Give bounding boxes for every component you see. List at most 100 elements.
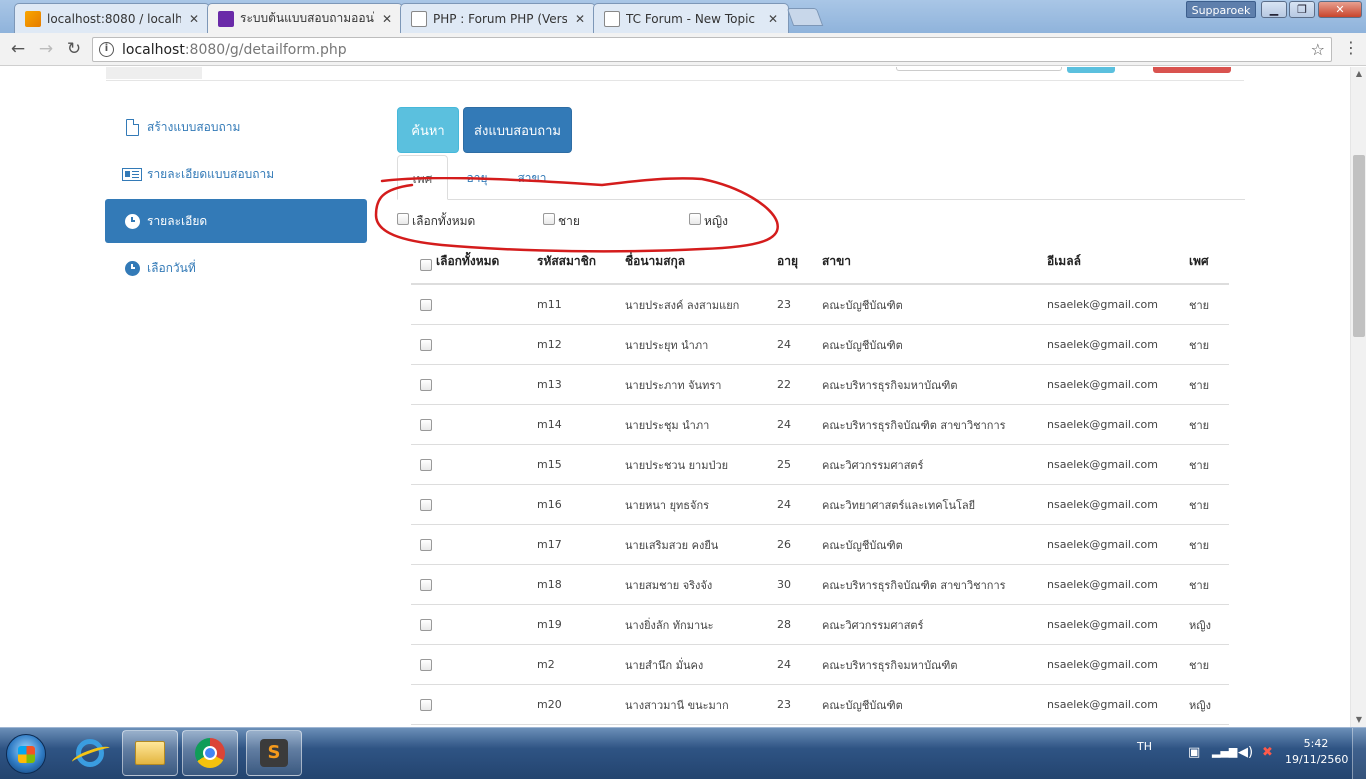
signal-icon[interactable]: ▂▄▆ [1212, 745, 1237, 759]
usb-icon[interactable]: ▣ [1188, 745, 1202, 760]
row-select-cell [420, 445, 432, 484]
internet-explorer-icon[interactable] [62, 730, 118, 776]
email-cell: nsaelek@gmail.com [1047, 698, 1158, 711]
close-icon[interactable]: ✕ [573, 12, 587, 26]
table-header: เลือกทั้งหมด รหัสสมาชิก ชื่อนามสกุล อายุ… [411, 248, 1229, 285]
column-header: สาขา [822, 254, 852, 268]
show-desktop-button[interactable] [1352, 728, 1366, 779]
scroll-up-arrow-icon[interactable]: ▲ [1351, 67, 1366, 81]
scroll-down-arrow-icon[interactable]: ▼ [1351, 713, 1366, 727]
minimize-button[interactable]: ▁ [1261, 1, 1287, 18]
newspaper-icon [121, 165, 143, 183]
row-select-cell [420, 605, 432, 644]
row-checkbox[interactable] [420, 418, 432, 431]
language-indicator[interactable]: TH [1137, 740, 1152, 753]
document-icon [411, 10, 427, 27]
vertical-scrollbar[interactable]: ▲ ▼ [1350, 67, 1366, 727]
gender-cell: ชาย [1189, 298, 1210, 312]
browser-tab[interactable]: localhost:8080 / localhos ✕ [14, 3, 210, 33]
faculty-cell: คณะวิศวกรรมศาสตร์ [822, 458, 924, 472]
chrome-icon[interactable] [182, 730, 238, 776]
header-select-all[interactable]: เลือกทั้งหมด [420, 248, 499, 283]
browser-tab[interactable]: PHP : Forum PHP (Versio ✕ [400, 3, 596, 33]
sidebar-item-create-survey[interactable]: สร้างแบบสอบถาม [105, 105, 367, 149]
network-error-icon[interactable]: ✖ [1262, 745, 1276, 760]
column-header: เลือกทั้งหมด [436, 254, 500, 268]
close-icon[interactable]: ✕ [187, 12, 201, 26]
member-id-cell: m18 [537, 578, 562, 591]
tab-title: ระบบต้นแบบสอบถามออนไล [240, 11, 374, 25]
back-arrow-icon[interactable]: ← [7, 38, 29, 60]
row-checkbox[interactable] [420, 458, 432, 471]
select-all-checkbox[interactable] [420, 259, 432, 271]
browser-tab-active[interactable]: ระบบต้นแบบสอบถามออนไล ✕ [207, 3, 403, 33]
row-checkbox[interactable] [420, 338, 432, 351]
send-survey-button[interactable]: ส่งแบบสอบถาม [463, 107, 572, 153]
row-select-cell [420, 285, 432, 324]
table-row: m20 นางสาวมานี ขนะมาก 23 คณะบัญชีบัณฑิต nsae… [411, 685, 1229, 725]
faculty-cell: คณะบริหารธุรกิจบัณฑิต สาขาวิชาการ [822, 578, 1006, 592]
faculty-cell: คณะวิทยาศาสตร์และเทคโนโลยี [822, 498, 976, 512]
age-cell: 24 [777, 338, 791, 351]
email-cell: nsaelek@gmail.com [1047, 618, 1158, 631]
gender-cell: ชาย [1189, 338, 1210, 352]
faculty-cell: คณะวิศวกรรมศาสตร์ [822, 618, 924, 632]
full-name-cell: นายเสริมสวย คงยืน [625, 538, 719, 552]
sidebar-item-label: สร้างแบบสอบถาม [147, 119, 241, 134]
reload-icon[interactable]: ↻ [63, 38, 85, 60]
sidebar-item-select-date[interactable]: เลือกวันที่ [105, 246, 367, 290]
row-checkbox[interactable] [420, 298, 432, 311]
column-header: ชื่อนามสกุล [625, 254, 686, 268]
row-checkbox[interactable] [420, 618, 432, 631]
forward-arrow-icon[interactable]: → [35, 38, 57, 60]
site-icon [218, 10, 234, 27]
full-name-cell: นายหนา ยุทธจักร [625, 498, 710, 512]
sidebar-item-survey-details[interactable]: รายละเอียดแบบสอบถาม [105, 152, 367, 196]
maximize-button[interactable]: ❐ [1289, 1, 1315, 18]
search-button[interactable]: ค้นหา [397, 107, 459, 153]
row-checkbox[interactable] [420, 698, 432, 711]
row-checkbox[interactable] [420, 658, 432, 671]
tab-title: localhost:8080 / localhos [47, 11, 181, 26]
scrollbar-thumb[interactable] [1353, 155, 1365, 337]
member-id-cell: m19 [537, 618, 562, 631]
info-icon[interactable]: i [99, 42, 114, 57]
table-row: m11 นายประสงค์ ลงสามแยก 23 คณะบัญชีบัณฑิต ns… [411, 285, 1229, 325]
email-cell: nsaelek@gmail.com [1047, 418, 1158, 431]
new-tab-button[interactable] [786, 8, 824, 26]
gender-cell: ชาย [1189, 538, 1210, 552]
close-icon[interactable]: ✕ [766, 12, 780, 26]
row-select-cell [420, 645, 432, 684]
email-cell: nsaelek@gmail.com [1047, 538, 1158, 551]
sidebar-item-details[interactable]: รายละเอียด [105, 199, 367, 243]
member-table: เลือกทั้งหมด รหัสสมาชิก ชื่อนามสกุล อายุ… [411, 248, 1229, 725]
full-name-cell: นางยิ่งลัก ทักมานะ [625, 618, 714, 632]
clock-date: 19/11/2560 [1285, 753, 1349, 766]
member-id-cell: m17 [537, 538, 562, 551]
close-icon[interactable]: ✕ [380, 12, 394, 26]
sublime-text-icon[interactable]: S [246, 730, 302, 776]
gender-cell: ชาย [1189, 458, 1210, 472]
row-checkbox[interactable] [420, 578, 432, 591]
table-row: m12 นายประยุท นำภา 24 คณะบัญชีบัณฑิต nsaelek… [411, 325, 1229, 365]
row-checkbox[interactable] [420, 498, 432, 511]
age-cell: 24 [777, 658, 791, 671]
age-cell: 24 [777, 418, 791, 431]
navbar-brand-fragment [106, 67, 202, 79]
window-close-button[interactable]: ✕ [1318, 1, 1362, 18]
profile-button[interactable]: Supparoek [1186, 1, 1256, 18]
row-checkbox[interactable] [420, 378, 432, 391]
browser-tab[interactable]: TC Forum - New Topic :: ✕ [593, 3, 789, 33]
chrome-menu-icon[interactable]: ⋮ [1343, 38, 1359, 57]
explorer-icon[interactable] [122, 730, 178, 776]
age-cell: 22 [777, 378, 791, 391]
row-checkbox[interactable] [420, 538, 432, 551]
taskbar-clock[interactable]: 5:42 19/11/2560 [1285, 736, 1349, 768]
volume-icon[interactable]: ◀) [1238, 745, 1253, 760]
faculty-cell: คณะบริหารธุรกิจมหาบัณฑิต [822, 378, 958, 392]
start-button[interactable] [6, 734, 46, 774]
column-header: อีเมลล์ [1047, 254, 1081, 268]
gender-cell: หญิง [1189, 618, 1211, 632]
bookmark-star-icon[interactable]: ☆ [1311, 40, 1325, 59]
address-bar[interactable]: i localhost:8080/g/detailform.php ☆ [92, 37, 1332, 62]
